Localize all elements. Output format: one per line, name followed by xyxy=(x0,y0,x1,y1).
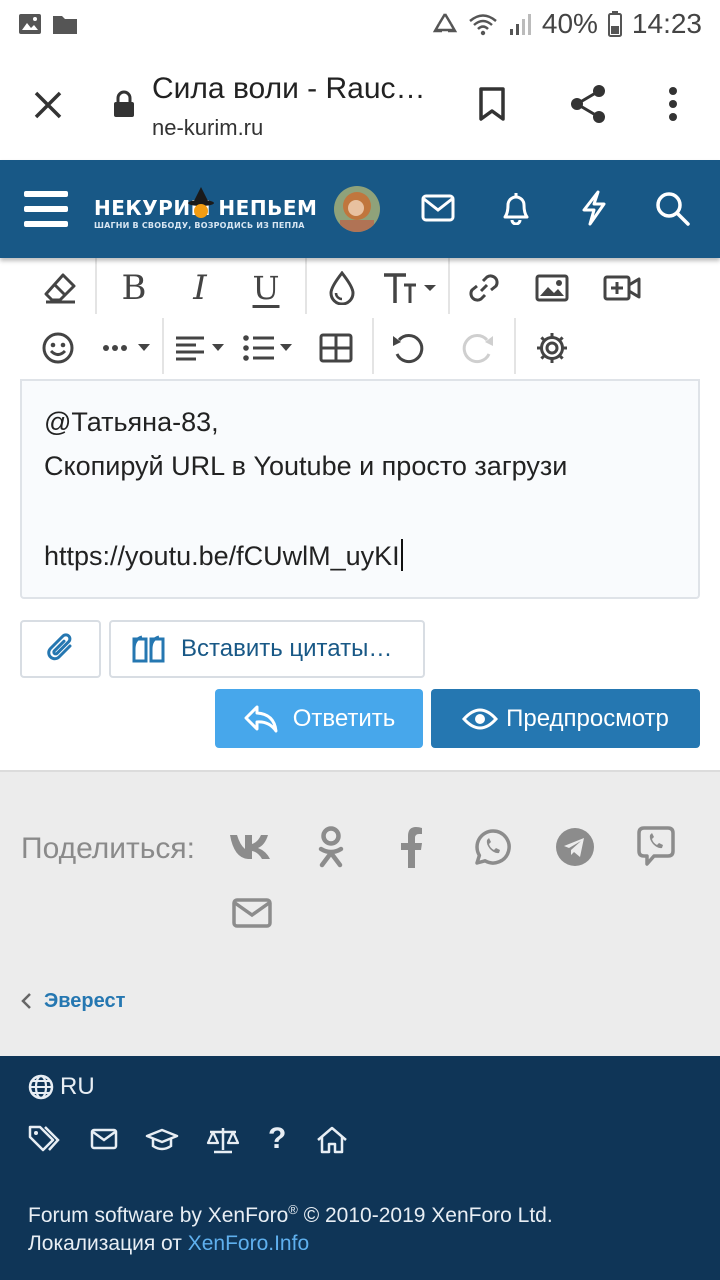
site-footer: RU ? Forum software by XenForo® © 2010-2… xyxy=(0,1056,720,1280)
registered-mark: ® xyxy=(288,1202,298,1217)
vk-icon[interactable] xyxy=(228,832,272,860)
witch-hat-icon xyxy=(187,187,215,219)
globe-icon xyxy=(28,1074,54,1100)
telegram-icon[interactable] xyxy=(555,827,595,867)
chevron-left-icon[interactable] xyxy=(20,992,32,1010)
avatar[interactable] xyxy=(334,186,380,232)
footer-localization: Локализация от XenForo.Info xyxy=(28,1232,309,1256)
bookmark-icon[interactable] xyxy=(478,86,506,122)
eraser-icon[interactable] xyxy=(32,258,88,318)
message-editor[interactable]: @Татьяна-83, Скопируй URL в Youtube и пр… xyxy=(20,379,700,599)
undo-icon[interactable] xyxy=(380,318,436,378)
clock: 14:23 xyxy=(631,8,702,39)
language-selector[interactable]: RU xyxy=(28,1073,95,1101)
paperclip-icon xyxy=(46,632,76,666)
editor-line-url: https://youtu.be/fCUwlM_uyKI xyxy=(44,539,403,572)
smiley-icon[interactable] xyxy=(30,318,86,378)
status-bar: 40% 14:23 xyxy=(0,0,720,50)
editor-line-mention: @Татьяна-83, xyxy=(44,407,219,437)
battery-icon xyxy=(607,11,622,37)
footer-credit-text[interactable]: Forum software by XenForo xyxy=(28,1204,288,1227)
forum-header: НЕКУРИМ НЕПЬЕМ ШАГНИ В СВОБОДУ, ВОЗРОДИС… xyxy=(0,160,720,258)
reply-icon xyxy=(243,704,279,734)
localization-link[interactable]: XenForo.Info xyxy=(188,1232,309,1255)
text-caret xyxy=(400,539,403,571)
lightning-icon[interactable] xyxy=(580,190,608,226)
preview-label: Предпросмотр xyxy=(506,704,669,732)
mail-icon[interactable] xyxy=(421,194,455,222)
share-section: Поделиться: Эверест xyxy=(0,770,720,1056)
breadcrumb-back-link[interactable]: Эверест xyxy=(44,990,125,1013)
gallery-notification-icon xyxy=(18,13,42,35)
page-title[interactable]: Сила воли - Rauc… xyxy=(152,72,426,106)
image-icon[interactable] xyxy=(524,258,580,318)
close-tab-icon[interactable] xyxy=(33,90,63,120)
list-icon[interactable] xyxy=(240,318,300,378)
reply-label: Ответить xyxy=(292,704,396,732)
share-page-icon[interactable] xyxy=(569,84,607,124)
bold-icon[interactable]: B xyxy=(106,258,162,318)
editor-toolbar-row-2 xyxy=(22,318,698,378)
redo-icon[interactable] xyxy=(450,318,506,378)
language-label: RU xyxy=(60,1073,95,1100)
email-icon[interactable] xyxy=(232,898,272,928)
tags-icon[interactable] xyxy=(28,1124,62,1154)
underline-icon[interactable]: U xyxy=(238,258,294,318)
footer-copyright: © 2010-2019 XenForo Ltd. xyxy=(297,1204,553,1227)
graduation-cap-icon[interactable] xyxy=(145,1128,179,1152)
contact-mail-icon[interactable] xyxy=(90,1128,118,1150)
video-icon[interactable] xyxy=(594,258,650,318)
wifi-icon xyxy=(468,12,498,36)
text-size-icon[interactable] xyxy=(380,258,440,318)
eye-icon xyxy=(462,707,499,731)
bell-icon[interactable] xyxy=(500,191,532,225)
recycle-icon xyxy=(432,12,458,36)
battery-percent: 40% xyxy=(541,8,598,39)
page-url[interactable]: ne-kurim.ru xyxy=(152,115,263,141)
editor-line-text: Скопируй URL в Youtube и просто загрузи xyxy=(44,451,568,481)
folder-notification-icon xyxy=(52,13,78,35)
more-options-icon[interactable] xyxy=(668,86,678,122)
preview-button[interactable]: Предпросмотр xyxy=(431,689,700,748)
help-icon[interactable]: ? xyxy=(268,1122,286,1156)
color-drop-icon[interactable] xyxy=(314,258,370,318)
reply-form: B I U @Татьяна-83, Скопируй URL в Youtub… xyxy=(0,258,720,770)
share-label: Поделиться: xyxy=(21,832,195,865)
localization-prefix: Локализация от xyxy=(28,1232,188,1255)
scales-icon[interactable] xyxy=(206,1126,240,1154)
attach-button[interactable] xyxy=(20,620,101,678)
insert-quotes-button[interactable]: Вставить цитаты… xyxy=(109,620,425,678)
insert-quotes-label: Вставить цитаты… xyxy=(181,635,393,662)
editor-toolbar-row-1: B I U xyxy=(22,258,698,318)
table-icon[interactable] xyxy=(308,318,364,378)
align-icon[interactable] xyxy=(172,318,232,378)
search-icon[interactable] xyxy=(655,191,691,227)
odnoklassniki-icon[interactable] xyxy=(316,825,346,869)
footer-credit: Forum software by XenForo® © 2010-2019 X… xyxy=(28,1202,553,1228)
quote-icon xyxy=(131,635,167,663)
whatsapp-icon[interactable] xyxy=(474,828,512,866)
link-icon[interactable] xyxy=(456,258,512,318)
menu-icon[interactable] xyxy=(24,191,68,227)
italic-icon[interactable]: I xyxy=(172,258,228,318)
site-tagline: ШАГНИ В СВОБОДУ, ВОЗРОДИСЬ ИЗ ПЕПЛА xyxy=(94,221,305,230)
home-icon[interactable] xyxy=(316,1126,348,1154)
editor-url-text: https://youtu.be/fCUwlM_uyKI xyxy=(44,541,400,571)
signal-icon xyxy=(508,12,532,36)
reply-button[interactable]: Ответить xyxy=(215,689,423,748)
browser-toolbar: Сила воли - Rauc… ne-kurim.ru xyxy=(0,50,720,160)
lock-icon[interactable] xyxy=(113,90,135,118)
viber-icon[interactable] xyxy=(636,825,676,867)
more-icon[interactable] xyxy=(98,318,158,378)
settings-icon[interactable] xyxy=(524,318,580,378)
facebook-icon[interactable] xyxy=(399,826,423,868)
